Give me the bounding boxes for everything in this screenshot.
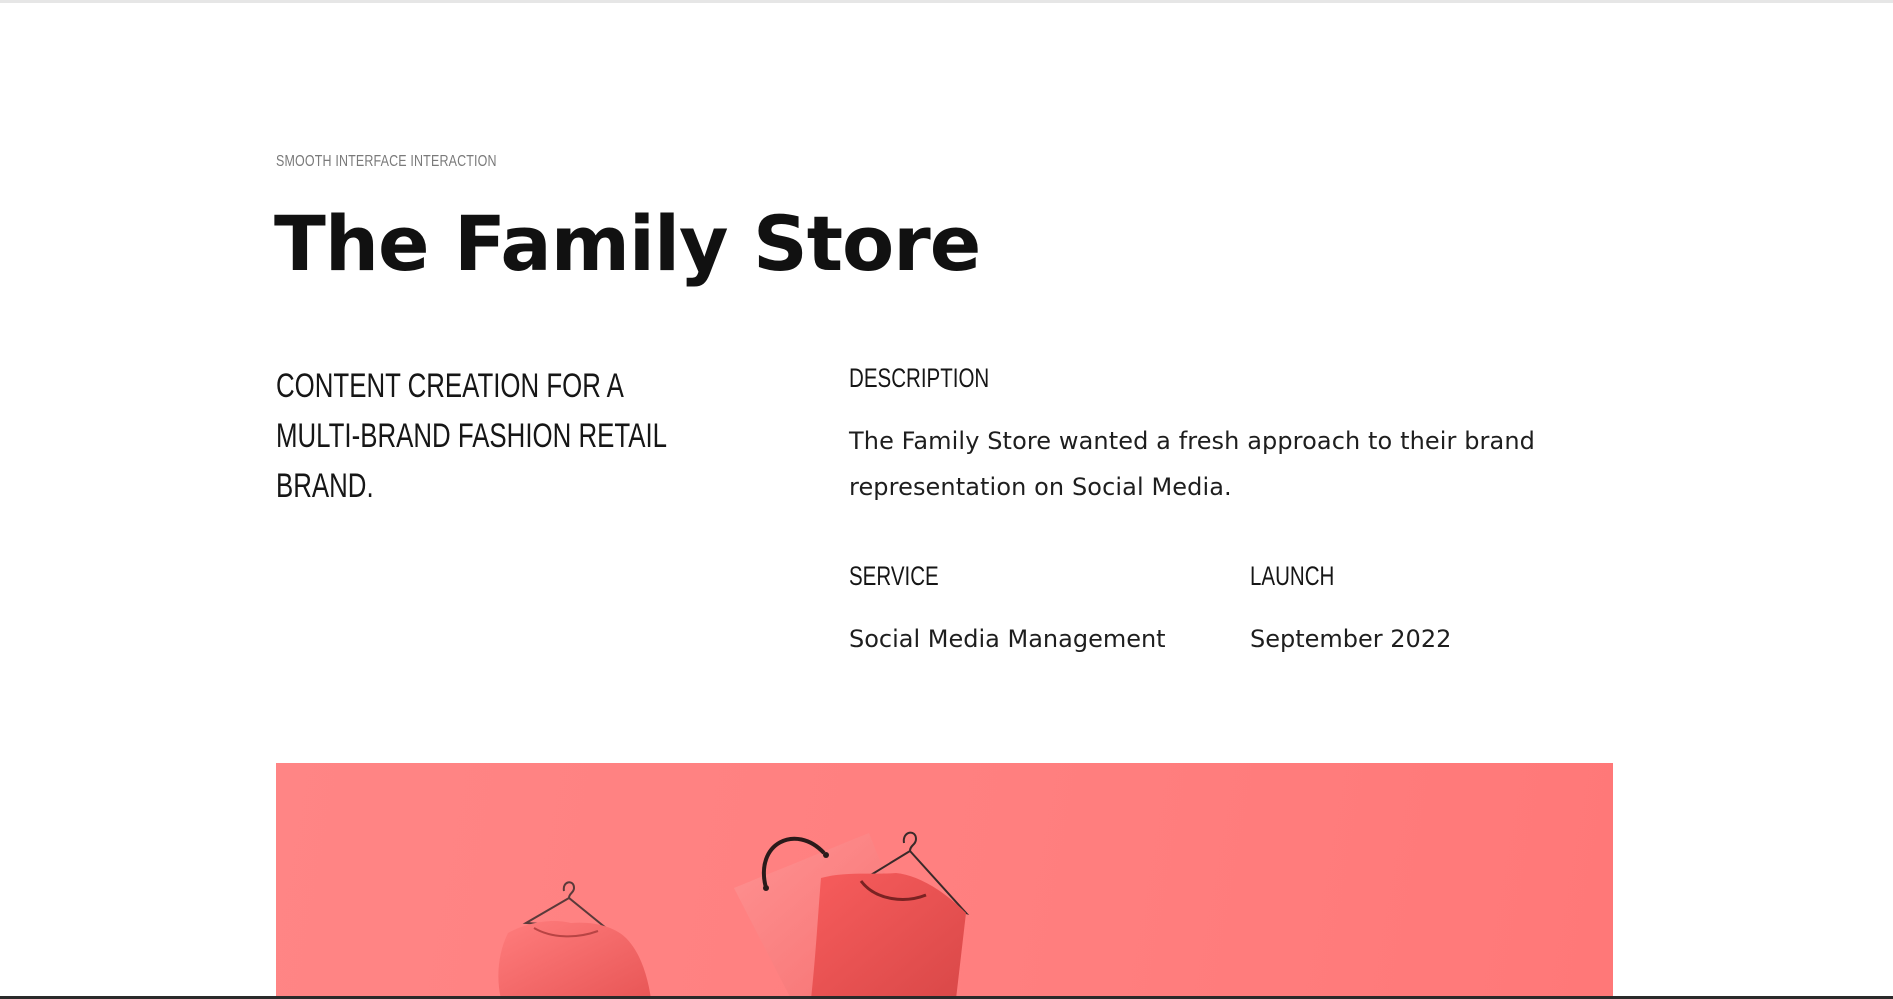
launch-value: September 2022 xyxy=(1250,625,1452,653)
hero-illustration xyxy=(498,831,970,999)
hero-image xyxy=(276,763,1613,999)
service-value: Social Media Management xyxy=(849,625,1166,653)
top-border xyxy=(0,0,1893,3)
description-text: The Family Store wanted a fresh approach… xyxy=(849,427,1535,501)
page-title: The Family Store xyxy=(274,199,981,288)
launch-heading: LAUNCH xyxy=(1250,561,1335,591)
t-shirt-on-hanger-icon xyxy=(498,881,651,999)
description-heading: DESCRIPTION xyxy=(849,363,990,393)
eyebrow-label: SMOOTH INTERFACE INTERACTION xyxy=(276,153,497,170)
project-tagline: CONTENT CREATION FOR A MULTI-BRAND FASHI… xyxy=(276,367,667,505)
service-heading: SERVICE xyxy=(849,561,939,591)
